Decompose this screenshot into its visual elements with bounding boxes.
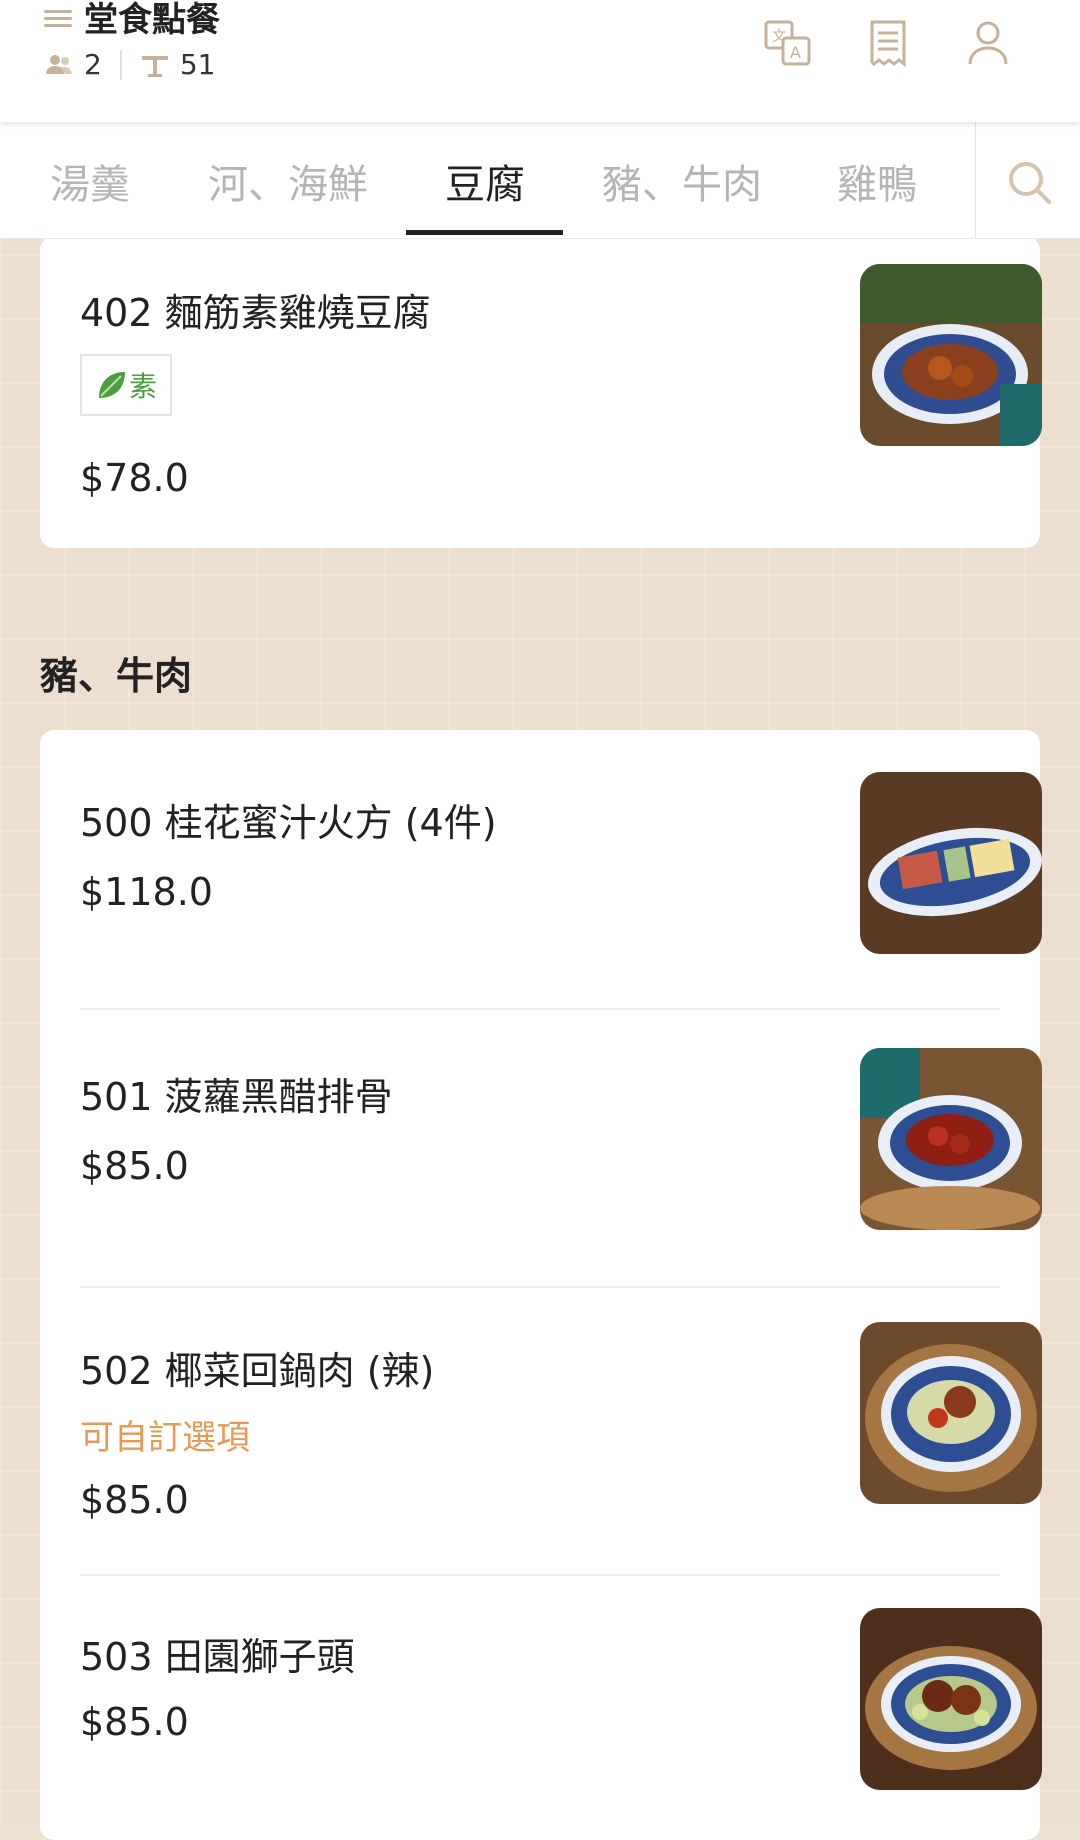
menu-icon[interactable] — [44, 6, 72, 30]
item-name: 503 田園獅子頭 — [80, 1635, 355, 1679]
tab-soup[interactable]: 湯羹 — [50, 152, 130, 210]
meta-divider — [119, 49, 122, 80]
page-title: 堂食點餐 — [84, 0, 220, 40]
table-number: 51 — [179, 48, 216, 81]
order-meta: 2 51 — [44, 48, 215, 81]
list-item[interactable]: 402 麵筋素雞燒豆腐 素 $78.0 — [80, 236, 1042, 548]
item-price: $85.0 — [80, 1700, 189, 1744]
tabs-divider — [975, 122, 976, 238]
dish-photo[interactable] — [860, 264, 1042, 446]
item-price: $85.0 — [80, 1144, 189, 1188]
vegetarian-label: 素 — [128, 370, 157, 403]
app-header: 堂食點餐 2 51 文 A — [0, 0, 1080, 122]
item-price: $85.0 — [80, 1478, 189, 1522]
leaf-icon — [98, 372, 125, 398]
list-item[interactable]: 501 菠蘿黑醋排骨 $85.0 — [80, 1010, 1042, 1286]
dish-photo[interactable] — [860, 1608, 1042, 1790]
customizable-options-label: 可自訂選項 — [80, 1418, 250, 1458]
svg-text:A: A — [790, 43, 801, 62]
section-title: 豬、牛肉 — [40, 654, 193, 698]
tab-tofu[interactable]: 豆腐 — [445, 152, 525, 210]
item-price: $118.0 — [80, 870, 213, 914]
tab-pork-beef[interactable]: 豬、牛肉 — [602, 152, 762, 210]
item-name: 502 椰菜回鍋肉 (辣) — [80, 1349, 435, 1393]
search-icon[interactable] — [1005, 158, 1055, 208]
category-tabs: 湯羹 河、海鮮 豆腐 豬、牛肉 雞鴨 — [0, 122, 1080, 239]
list-item[interactable]: 502 椰菜回鍋肉 (辣) 可自訂選項 $85.0 — [80, 1288, 1042, 1574]
guest-count: 2 — [84, 48, 102, 81]
guests-icon — [46, 54, 72, 74]
tab-poultry[interactable]: 雞鴨 — [837, 152, 917, 210]
item-price: $78.0 — [80, 456, 189, 500]
list-item[interactable]: 500 桂花蜜汁火方 (4件) $118.0 — [80, 730, 1042, 1008]
vegetarian-badge: 素 — [80, 354, 172, 416]
item-name: 500 桂花蜜汁火方 (4件) — [80, 801, 497, 845]
menu-card-tofu: 402 麵筋素雞燒豆腐 素 $78.0 — [40, 236, 1042, 548]
active-tab-indicator — [406, 230, 563, 235]
svg-text:文: 文 — [772, 29, 786, 45]
receipt-icon[interactable] — [863, 18, 913, 68]
menu-card-pork-beef: 500 桂花蜜汁火方 (4件) $118.0 501 菠蘿黑醋排骨 $85.0 … — [40, 730, 1042, 1840]
user-icon[interactable] — [963, 18, 1013, 68]
dish-photo[interactable] — [860, 1322, 1042, 1504]
list-item[interactable]: 503 田園獅子頭 $85.0 — [80, 1576, 1042, 1840]
dish-photo[interactable] — [860, 1048, 1042, 1230]
tab-seafood[interactable]: 河、海鮮 — [208, 152, 368, 210]
translate-icon[interactable]: 文 A — [763, 18, 813, 68]
table-icon — [141, 55, 168, 77]
dish-photo[interactable] — [860, 772, 1042, 954]
item-name: 501 菠蘿黑醋排骨 — [80, 1075, 393, 1119]
item-name: 402 麵筋素雞燒豆腐 — [80, 291, 431, 335]
